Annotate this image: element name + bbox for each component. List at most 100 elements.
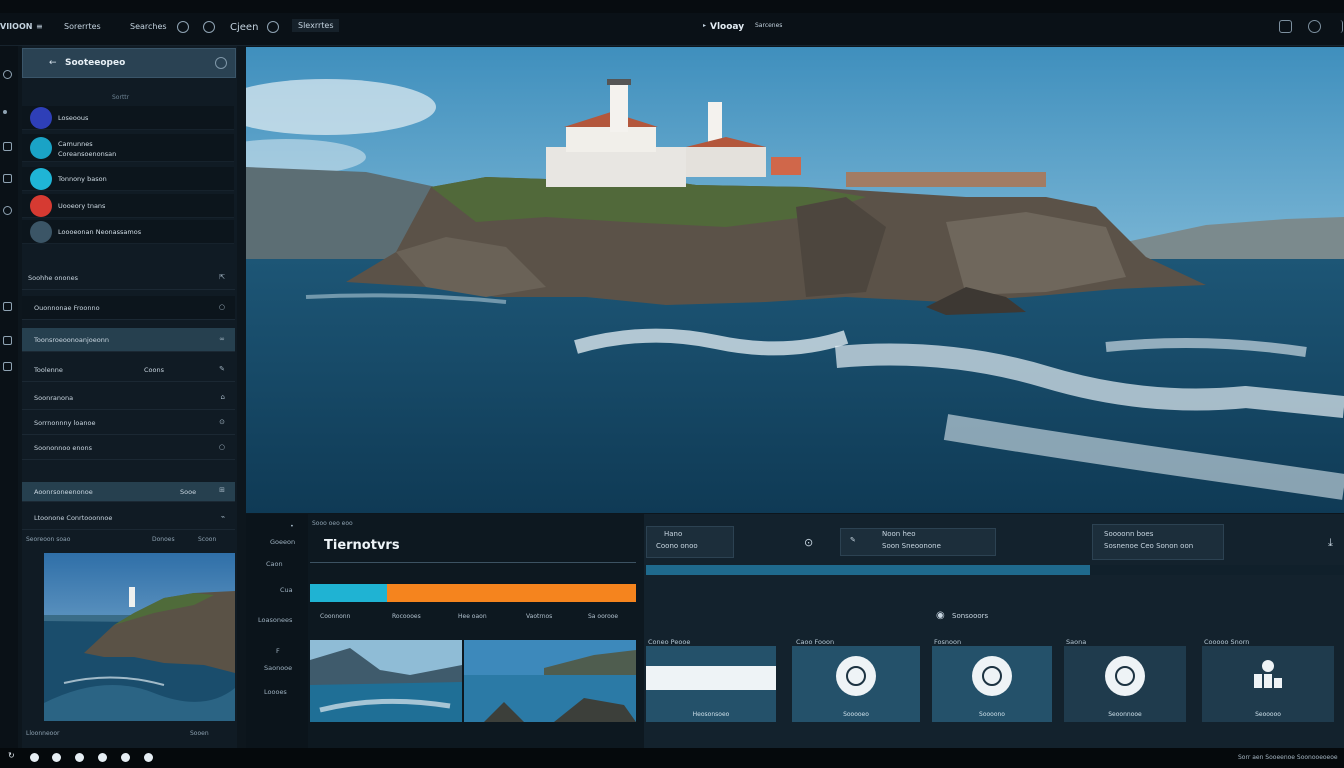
grid-icon[interactable]: ⊞ xyxy=(219,486,225,494)
people-icon[interactable] xyxy=(3,174,12,183)
timeline-bar[interactable] xyxy=(646,565,1090,575)
nav-item[interactable]: Loasonees xyxy=(258,616,292,624)
nav-item[interactable]: F xyxy=(276,647,280,655)
clock-icon[interactable] xyxy=(203,21,215,33)
sidebar-row[interactable]: Soononnoo enons ○ xyxy=(22,436,235,460)
coast-rocks-image xyxy=(464,640,636,722)
link-icon[interactable]: ∞ xyxy=(219,335,225,343)
reload-icon[interactable]: ⊙ xyxy=(804,536,813,549)
menu-icon[interactable]: ≡ xyxy=(36,22,43,31)
edit-icon[interactable] xyxy=(3,142,12,151)
contact-item[interactable]: Loseoous xyxy=(22,106,234,130)
row-label: Toonsroeoonoanjoeonn xyxy=(34,336,109,344)
expand-icon[interactable]: ⇱ xyxy=(219,273,225,281)
avatar xyxy=(30,168,52,190)
main-image[interactable] xyxy=(246,47,1344,513)
card[interactable]: Heosonsoeo xyxy=(646,646,776,722)
sidebar-row-selected[interactable]: Toonsroeoonoanjoeonn ∞ xyxy=(22,328,235,352)
globe-icon[interactable] xyxy=(267,21,279,33)
home-icon[interactable]: ⌂ xyxy=(221,393,225,401)
info-icon[interactable] xyxy=(3,206,12,215)
status-bar: ↻ Sorr aen Sooeenoe Soonooeoeoe xyxy=(0,748,1344,768)
contact-item[interactable]: Camunnes Coreansoenonsan xyxy=(22,134,234,162)
card[interactable]: Soooono xyxy=(932,646,1052,722)
nav-item[interactable]: Saonooe xyxy=(264,664,292,672)
menu-item-2[interactable]: Searches xyxy=(130,22,167,31)
nav-item[interactable]: Cua xyxy=(280,586,293,594)
thumbnail[interactable] xyxy=(464,640,636,722)
thumbnail[interactable] xyxy=(310,640,462,722)
edit-icon[interactable]: ✎ xyxy=(219,365,225,373)
card[interactable]: Seooooo xyxy=(1202,646,1334,722)
sidebar-row[interactable]: Ouonnonae Froonno ○ xyxy=(22,296,235,320)
section-label: Sooo oeo eoo xyxy=(312,520,353,527)
contact-item[interactable]: Uooeory tnans xyxy=(22,194,234,218)
sidebar-row[interactable]: Sorrnonnny loanoe ⊙ xyxy=(22,411,235,435)
circle-icon[interactable]: ○ xyxy=(219,443,225,451)
card-label: Sooooeo xyxy=(843,711,869,718)
home-icon[interactable] xyxy=(3,70,12,79)
list-icon[interactable] xyxy=(3,336,12,345)
settings-icon[interactable] xyxy=(3,362,12,371)
status-icon[interactable] xyxy=(121,753,130,762)
progress-segment-orange[interactable] xyxy=(387,584,636,602)
back-icon[interactable]: ← xyxy=(49,58,57,68)
menu-item-3[interactable]: Cjeen xyxy=(230,22,258,33)
title-strip xyxy=(0,0,1344,13)
status-icon[interactable] xyxy=(144,753,153,762)
menu-item-1[interactable]: Sorerrtes xyxy=(64,22,101,31)
dot-icon[interactable] xyxy=(3,110,7,114)
sidebar-row[interactable]: Toolenne Coons ✎ xyxy=(22,358,235,382)
card[interactable]: Seoonnooe xyxy=(1064,646,1186,722)
circle-icon[interactable]: ○ xyxy=(219,303,225,311)
sidebar-row[interactable]: Soonranona ⌂ xyxy=(22,386,235,410)
status-icon[interactable] xyxy=(98,753,107,762)
nav-item[interactable]: Goeeon xyxy=(270,538,295,546)
download-icon[interactable]: ⤓ xyxy=(1328,536,1333,550)
sidebar-row-selected[interactable]: Aoonrsoneenonoe Sooe ⊞ xyxy=(22,482,235,502)
bookmark-icon[interactable] xyxy=(3,302,12,311)
target-icon[interactable]: ⊙ xyxy=(219,418,225,426)
status-icon[interactable] xyxy=(75,753,84,762)
app-window: VIIOON ≡ Sorerrtes Searches Cjeen Slexrr… xyxy=(0,0,1344,768)
contact-sublabel: Coreansoenonsan xyxy=(58,150,117,158)
page-title: Vlooay xyxy=(710,22,745,32)
coast-thumbnail-image xyxy=(44,553,235,721)
menu-item-4[interactable]: Slexrrtes xyxy=(292,19,340,32)
info-box-title: Hano xyxy=(664,530,683,538)
sidebar-thumbnail[interactable] xyxy=(44,553,235,721)
timeline-track xyxy=(1090,565,1344,575)
right-panel: Hano Coono onoo ⊙ ✎ Noon heo Soon Sneoon… xyxy=(644,514,1344,748)
nav-item[interactable]: Loooes xyxy=(264,688,287,696)
copy-icon[interactable] xyxy=(1279,20,1292,33)
avatar xyxy=(30,107,52,129)
refresh-icon[interactable] xyxy=(215,57,227,69)
row-label: Sorrnonnny loanoe xyxy=(34,419,96,427)
top-bar: VIIOON ≡ Sorerrtes Searches Cjeen Slexrr… xyxy=(0,0,1344,46)
app-icon[interactable]: ↻ xyxy=(8,751,17,760)
person-icon xyxy=(1105,656,1145,696)
nav-item[interactable]: Caon xyxy=(266,560,283,568)
contact-item[interactable]: Tonnony bason xyxy=(22,167,234,191)
progress-segment-cyan[interactable] xyxy=(310,584,387,602)
power-icon[interactable] xyxy=(1330,20,1343,33)
user-icon[interactable] xyxy=(1308,20,1321,33)
contact-item[interactable]: Loooeonan Neonassamos xyxy=(22,220,234,244)
card[interactable]: Sooooeo xyxy=(792,646,920,722)
settings-circle-icon[interactable]: ◉ xyxy=(936,610,945,621)
sidebar-row[interactable]: Ltoonone Conrtooonnoe ⌁ xyxy=(22,506,235,530)
group-icon xyxy=(1254,660,1282,688)
smiley-icon[interactable] xyxy=(177,21,189,33)
row-label: Soononnoo enons xyxy=(34,444,93,452)
row-label: Ltoonone Conrtooonnoe xyxy=(34,514,113,522)
sidebar-row[interactable]: Soohhe onones ⇱ xyxy=(22,266,235,290)
status-icon[interactable] xyxy=(52,753,61,762)
bar-label: Hee oaon xyxy=(458,613,487,620)
status-icon[interactable] xyxy=(30,753,39,762)
pin-icon[interactable]: ✎ xyxy=(850,536,856,544)
nav-dot-icon: • xyxy=(290,522,294,530)
coastal-castle-photo xyxy=(246,47,1344,513)
card-title: Caoo Fooon xyxy=(796,638,835,646)
signal-icon[interactable]: ⌁ xyxy=(221,513,225,521)
card-label: Heosonsoeo xyxy=(692,711,730,718)
